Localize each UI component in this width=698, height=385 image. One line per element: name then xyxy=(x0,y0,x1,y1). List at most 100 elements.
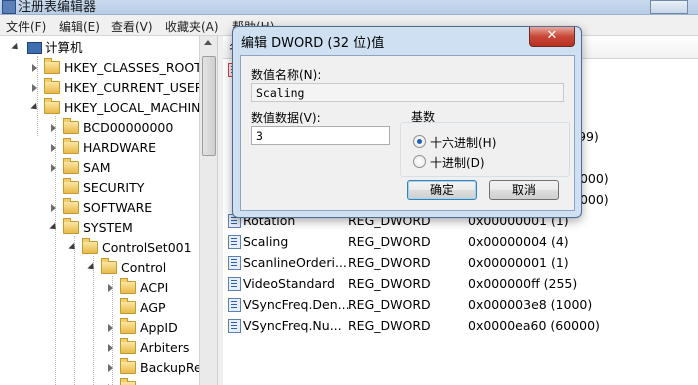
collapse-arrow-icon[interactable] xyxy=(11,42,21,53)
value-row[interactable]: VSyncFreq.Nu... REG_DWORD 0x0000ea60 (60… xyxy=(223,315,698,336)
folder-icon xyxy=(63,178,79,194)
radio-dec-label: 十进制(D) xyxy=(430,156,485,170)
folder-icon xyxy=(63,198,79,214)
tree-item-label: ACPI xyxy=(140,280,169,295)
value-data: 0x00000004 (4) xyxy=(468,234,569,249)
reg-dword-icon xyxy=(228,298,241,312)
reg-dword-icon xyxy=(228,319,241,333)
radio-hex-label: 十六进制(H) xyxy=(430,136,497,150)
radio-hexadecimal[interactable]: 十六进制(H) xyxy=(413,134,553,150)
value-row[interactable]: VSyncFreq.Den... REG_DWORD 0x000003e8 (1… xyxy=(223,294,698,315)
value-name: VSyncFreq.Den... xyxy=(243,297,350,312)
folder-icon xyxy=(120,318,136,334)
value-data-input[interactable]: 3 xyxy=(251,126,390,145)
registry-editor-icon xyxy=(2,0,16,14)
window-title-bar[interactable]: 注册表编辑器 xyxy=(0,0,698,15)
computer-icon xyxy=(27,42,42,54)
tree-item-label: BCD00000000 xyxy=(83,120,174,135)
folder-open-icon xyxy=(82,238,98,254)
value-name-field[interactable]: Scaling xyxy=(251,83,564,102)
value-type: REG_DWORD xyxy=(348,276,431,291)
menu-edit[interactable]: 编辑(E) xyxy=(59,18,100,35)
expand-arrow-icon[interactable] xyxy=(32,84,37,92)
folder-icon xyxy=(44,78,60,94)
value-name: VSyncFreq.Nu... xyxy=(243,318,342,333)
tree-item-label: AGP xyxy=(140,300,166,315)
expand-arrow-icon[interactable] xyxy=(51,164,56,172)
expand-arrow-icon[interactable] xyxy=(51,204,56,212)
collapse-arrow-icon[interactable] xyxy=(49,222,59,233)
radio-selected-icon[interactable] xyxy=(413,135,426,148)
value-row[interactable]: ScanlineOrderi... REG_DWORD 0x00000001 (… xyxy=(223,252,698,273)
expand-arrow-icon[interactable] xyxy=(108,324,113,332)
reg-dword-icon xyxy=(228,235,241,249)
expand-arrow-icon[interactable] xyxy=(108,364,113,372)
radio-unselected-icon[interactable] xyxy=(413,155,426,168)
menu-file[interactable]: 文件(F) xyxy=(6,18,46,35)
tree-connector xyxy=(74,236,75,385)
dialog-body: 数值名称(N): Scaling 数值数据(V): 3 基数 十六进制(H) 十… xyxy=(240,55,575,211)
collapse-arrow-icon[interactable] xyxy=(87,262,97,273)
tree-item-label: HKEY_LOCAL_MACHINE xyxy=(64,100,200,115)
collapse-arrow-icon[interactable] xyxy=(68,242,78,253)
tree-item-label: SOFTWARE xyxy=(83,200,153,215)
value-name: Scaling xyxy=(243,234,289,249)
folder-icon xyxy=(120,278,136,294)
folder-icon xyxy=(120,338,136,354)
collapse-arrow-icon[interactable] xyxy=(30,102,40,113)
base-groupbox: 十六进制(H) 十进制(D) xyxy=(400,122,570,177)
menu-favorites[interactable]: 收藏夹(A) xyxy=(165,18,219,35)
value-type: REG_DWORD xyxy=(348,297,431,312)
value-type: REG_DWORD xyxy=(348,318,431,333)
tree-item-label: SYSTEM xyxy=(83,220,133,235)
expand-arrow-icon[interactable] xyxy=(51,144,56,152)
folder-open-icon xyxy=(63,218,79,234)
folder-icon xyxy=(63,138,79,154)
folder-icon xyxy=(120,378,136,385)
cancel-button[interactable]: 取消 xyxy=(489,180,559,200)
tree-item-label: ControlSet001 xyxy=(102,240,192,255)
tree-connector xyxy=(37,56,38,136)
value-data: 0x000003e8 (1000) xyxy=(468,297,593,312)
tree-connector xyxy=(93,256,94,385)
expand-arrow-icon[interactable] xyxy=(51,124,56,132)
expand-arrow-icon[interactable] xyxy=(108,284,113,292)
value-type: REG_DWORD xyxy=(348,234,431,249)
value-row[interactable]: VideoStandard REG_DWORD 0x000000ff (255) xyxy=(223,273,698,294)
value-name-label: 数值名称(N): xyxy=(251,68,322,82)
value-name: VideoStandard xyxy=(243,276,335,291)
tree-item-label: HKEY_CURRENT_USER xyxy=(64,80,200,95)
folder-icon xyxy=(120,358,136,374)
folder-icon xyxy=(63,118,79,134)
scrollbar-thumb[interactable] xyxy=(202,56,216,156)
tree-item-label: Control xyxy=(121,260,167,275)
radio-decimal[interactable]: 十进制(D) xyxy=(413,154,553,170)
tree-item-label: HKEY_CLASSES_ROOT xyxy=(64,60,200,75)
edit-dword-dialog: 编辑 DWORD (32 位)值 ✕ 数值名称(N): Scaling 数值数据… xyxy=(232,26,582,218)
reg-dword-icon xyxy=(228,277,241,291)
tree-item-label: SECURITY xyxy=(83,180,145,195)
maximize-button[interactable] xyxy=(650,0,688,14)
ok-button[interactable]: 确定 xyxy=(407,180,477,200)
tree-item-label: 计算机 xyxy=(45,40,83,55)
tree-scrollbar[interactable] xyxy=(199,36,217,385)
expand-arrow-icon[interactable] xyxy=(108,344,113,352)
reg-dword-icon xyxy=(228,256,241,270)
value-name: ScanlineOrderi... xyxy=(243,255,347,270)
registry-tree: 计算机 HKEY_CLASSES_ROOT HKEY_CURRENT_USER … xyxy=(0,36,200,385)
value-data: 0x000000ff (255) xyxy=(468,276,578,291)
tree-item-label: HARDWARE xyxy=(83,140,157,155)
value-data-label: 数值数据(V): xyxy=(251,111,321,125)
close-button[interactable]: ✕ xyxy=(529,27,575,47)
value-data: 0x0000ea60 (60000) xyxy=(468,318,600,333)
tree-item-label: Arbiters xyxy=(140,340,190,355)
menu-view[interactable]: 查看(V) xyxy=(111,18,153,35)
expand-arrow-icon[interactable] xyxy=(32,64,37,72)
tree-item-label: BackupRe xyxy=(140,360,200,375)
value-type: REG_DWORD xyxy=(348,255,431,270)
scroll-up-arrow-icon[interactable] xyxy=(204,40,212,45)
folder-open-icon xyxy=(101,258,117,274)
value-data: 0x00000001 (1) xyxy=(468,255,569,270)
folder-icon xyxy=(44,58,60,74)
value-row[interactable]: Scaling REG_DWORD 0x00000004 (4) xyxy=(223,231,698,252)
